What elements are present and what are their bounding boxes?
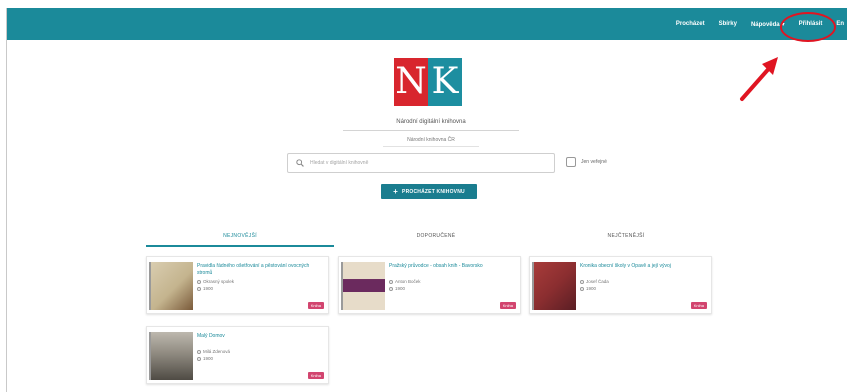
- calendar-icon: [580, 286, 584, 291]
- document-author: Milá Zdenová: [197, 349, 230, 354]
- document-date: 1900: [197, 356, 213, 361]
- calendar-icon: [197, 356, 201, 361]
- date-text: 1900: [395, 286, 406, 291]
- search-icon: [296, 159, 304, 167]
- person-icon: [580, 279, 584, 284]
- annotation-arrow-icon: [740, 57, 778, 101]
- nav-browse[interactable]: Procházet: [676, 21, 705, 27]
- tab-recommended[interactable]: DOPORUČENÉ: [342, 229, 530, 247]
- search-box[interactable]: [287, 153, 555, 173]
- browse-library-button[interactable]: + PROCHÁZET KNIHOVNU: [381, 184, 477, 199]
- author-text: Milá Zdenová: [203, 349, 231, 354]
- document-cover[interactable]: [532, 262, 576, 310]
- browse-library-label: PROCHÁZET KNIHOVNU: [402, 188, 465, 195]
- page-left-border: [0, 8, 7, 392]
- document-author: Josef Čada: [580, 279, 609, 284]
- type-badge: Kniha: [307, 302, 324, 309]
- library-name: Národní digitální knihovna: [343, 119, 519, 131]
- document-card[interactable]: Malý Domov Milá Zdenová 1900 Kniha: [146, 326, 329, 384]
- document-title[interactable]: Pražský průvodce - obsah knih - Bavorsko: [389, 263, 512, 270]
- public-only-label: Jen veřejné: [581, 159, 607, 165]
- nav-language[interactable]: En: [836, 21, 844, 27]
- nav-collections[interactable]: Sbírky: [719, 21, 737, 27]
- document-author: Anton Boček: [389, 279, 421, 284]
- author-text: Anton Boček: [395, 279, 421, 284]
- tab-most-read[interactable]: NEJČTENĚJŠÍ: [532, 229, 720, 247]
- type-badge: Kniha: [690, 302, 707, 309]
- document-title[interactable]: Kronika obecní školy v Opavě a její vývo…: [580, 263, 703, 270]
- type-badge: Kniha: [307, 372, 324, 379]
- document-date: 1900: [197, 286, 213, 291]
- person-icon: [389, 279, 393, 284]
- public-only-checkbox[interactable]: [566, 157, 576, 167]
- public-only-toggle[interactable]: Jen veřejné: [566, 157, 607, 167]
- search-input[interactable]: [310, 160, 540, 166]
- document-card[interactable]: Pravidla řádného ošetřování a pěstování …: [146, 256, 329, 314]
- document-cover[interactable]: [341, 262, 385, 310]
- document-card[interactable]: Kronika obecní školy v Opavě a její vývo…: [529, 256, 712, 314]
- document-date: 1900: [389, 286, 405, 291]
- annotation-ellipse: [780, 12, 836, 42]
- logo-letter-n: N: [394, 58, 428, 106]
- author-text: Josef Čada: [586, 279, 609, 284]
- document-author: Okrasný spolek: [197, 279, 234, 284]
- person-icon: [197, 279, 201, 284]
- date-text: 1900: [586, 286, 597, 291]
- document-date: 1900: [580, 286, 596, 291]
- document-cover[interactable]: [149, 332, 193, 380]
- calendar-icon: [389, 286, 393, 291]
- top-navigation-bar: Procházet Sbírky Nápověda Přihlásit En: [7, 8, 847, 40]
- document-title[interactable]: Pravidla řádného ošetřování a pěstování …: [197, 263, 320, 277]
- document-cover[interactable]: [149, 262, 193, 310]
- document-card[interactable]: Pražský průvodce - obsah knih - Bavorsko…: [338, 256, 521, 314]
- logo-letter-k: K: [428, 58, 462, 106]
- document-title[interactable]: Malý Domov: [197, 333, 320, 340]
- type-badge: Kniha: [499, 302, 516, 309]
- tab-newest[interactable]: NEJNOVĚJŠÍ: [146, 229, 334, 247]
- date-text: 1900: [203, 356, 214, 361]
- nk-logo: N K: [394, 58, 462, 106]
- library-subtitle: Národní knihovna ČR: [383, 137, 479, 147]
- plus-icon: +: [393, 187, 399, 196]
- date-text: 1900: [203, 286, 214, 291]
- author-text: Okrasný spolek: [203, 279, 235, 284]
- content-tabs: NEJNOVĚJŠÍ DOPORUČENÉ NEJČTENĚJŠÍ: [146, 229, 720, 247]
- person-icon: [197, 349, 201, 354]
- calendar-icon: [197, 286, 201, 291]
